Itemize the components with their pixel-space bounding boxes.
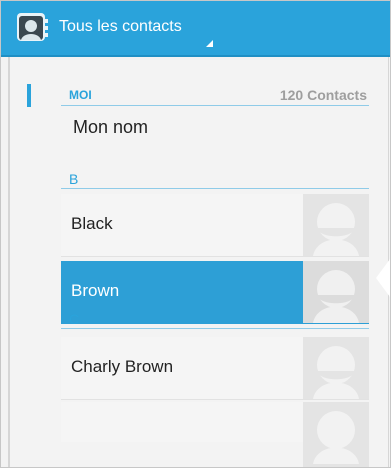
dropdown-triangle-icon[interactable] (206, 40, 213, 47)
avatar[interactable] (303, 402, 369, 467)
contacts-app-icon[interactable] (17, 13, 49, 43)
section-letter: C (69, 311, 80, 327)
default-avatar-icon (313, 346, 359, 399)
avatar[interactable] (303, 194, 369, 256)
contact-name: Charly Brown (71, 357, 174, 376)
contact-count: 120 Contacts (279, 87, 367, 103)
my-profile-name[interactable]: Mon nom (73, 117, 148, 138)
avatar[interactable] (303, 337, 369, 399)
fast-scroll-track[interactable] (8, 57, 10, 467)
default-avatar-icon (313, 203, 359, 256)
me-label: MOI (69, 88, 92, 102)
view-selector-label[interactable]: Tous les contacts (59, 16, 182, 38)
me-section-header: MOI 120 Contacts (61, 87, 369, 106)
section-letter: B (69, 171, 79, 187)
section-header-c: C (61, 310, 369, 329)
action-bar: Tous les contacts (1, 1, 390, 57)
selection-pointer-icon (376, 259, 390, 297)
contact-row-black[interactable]: Black (61, 194, 369, 257)
contact-list[interactable]: MOI 120 Contacts Mon nom B Black Brown C… (61, 57, 369, 467)
contact-row-charly-brown[interactable]: Charly Brown (61, 337, 369, 400)
default-avatar-icon (313, 411, 359, 464)
fast-scroll-thumb[interactable] (27, 84, 31, 107)
section-header-b: B (61, 170, 369, 189)
contact-name: Brown (71, 281, 120, 300)
contact-row-partial[interactable] (61, 402, 369, 467)
contacts-window: Tous les contacts MOI 120 Contacts Mon n… (0, 0, 391, 468)
contact-name: Black (71, 214, 113, 233)
